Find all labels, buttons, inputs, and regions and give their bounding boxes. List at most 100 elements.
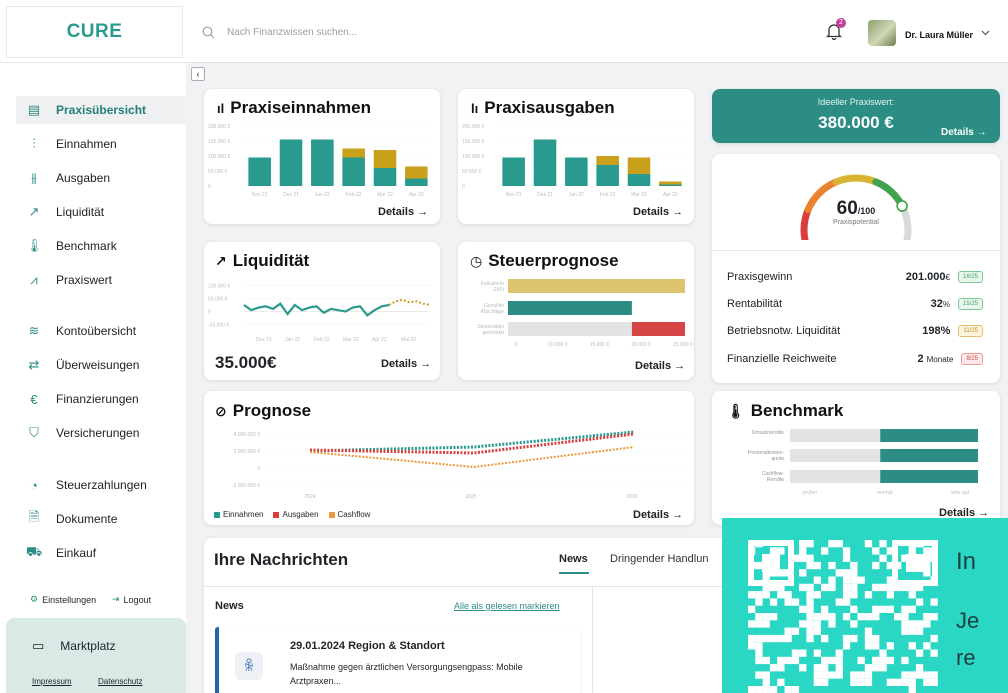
- kpi-value: 32%: [931, 298, 950, 310]
- gauge-yellow: [832, 174, 880, 186]
- impressum-link[interactable]: Impressum: [32, 677, 72, 686]
- news-item-text: Maßnahme gegen ärztlichen Versorgungseng…: [290, 662, 523, 686]
- y-tick-label: Abschläge: [481, 309, 505, 315]
- sidebar-item-label: Benchmark: [56, 239, 117, 253]
- qr-module: [828, 620, 836, 628]
- sidebar-item-ueberweisungen[interactable]: ⇄ Überweisungen: [16, 351, 186, 379]
- sidebar-item-versicherungen[interactable]: ⛉ Versicherungen: [16, 419, 186, 447]
- qr-module: [923, 620, 931, 628]
- qr-module: [806, 634, 814, 643]
- qr-module: [762, 613, 770, 621]
- qr-module: [835, 540, 843, 548]
- forecast-details-link[interactable]: Details →: [633, 509, 683, 521]
- gauge-marker: [896, 200, 908, 212]
- pulse-icon: ⩘: [30, 272, 38, 287]
- search-bar[interactable]: Nach Finanzwissen suchen...: [202, 26, 357, 39]
- income-title: ıl Praxiseinnahmen: [217, 98, 371, 118]
- collapse-sidebar-button[interactable]: ‹: [191, 67, 205, 81]
- qr-module: [850, 569, 858, 577]
- kpi-liquiditaet: Betriebsnotw. Liquidität 198% 11/25: [727, 325, 983, 337]
- qr-module: [886, 678, 894, 686]
- sidebar-item-einnahmen[interactable]: ⫶ Einnahmen: [16, 130, 186, 158]
- kpi-unit: Monate: [926, 355, 954, 364]
- chevron-down-icon[interactable]: [981, 30, 990, 36]
- legend-label: Ausgaben: [282, 510, 319, 519]
- bar: [596, 156, 619, 165]
- income-details-link[interactable]: Details →: [378, 206, 428, 218]
- euro-doc-icon: €: [30, 391, 38, 407]
- search-icon: [202, 26, 215, 39]
- mark-all-read-link[interactable]: Alle als gelesen markieren: [454, 601, 560, 611]
- bar: [659, 181, 682, 185]
- kpi-number: 2: [917, 353, 924, 365]
- x-tick-label: 20.000 €: [632, 342, 652, 348]
- qr-module: [828, 656, 836, 665]
- y-tick-label: 100.000 €: [208, 284, 230, 290]
- qr-module: [886, 605, 894, 613]
- qr-module: [806, 561, 814, 570]
- expenses-details-link[interactable]: Details →: [633, 206, 683, 218]
- qr-module: [791, 686, 800, 693]
- sidebar-item-einkauf[interactable]: ⛟ Einkauf: [16, 539, 186, 567]
- logout-link[interactable]: ⇥ Logout: [112, 594, 151, 605]
- qr-module: [923, 561, 931, 570]
- liquidity-chart: 100.000 € 50.000 € 0 -50.000 € Dez 21 Jan 22 F…: [208, 284, 431, 343]
- qr-module: [908, 605, 916, 613]
- qr-module: [755, 613, 763, 621]
- sidebar-item-praxisuebersicht[interactable]: ▤ Praxisübersicht: [16, 96, 186, 124]
- qr-module: [821, 583, 829, 592]
- datenschutz-link[interactable]: Datenschutz: [98, 677, 142, 686]
- legend-item-einnahmen: Einnahmen: [214, 510, 263, 519]
- tab-urgent[interactable]: Dringender Handlun: [610, 553, 708, 565]
- sidebar-item-benchmark[interactable]: 🌡 Benchmark: [16, 232, 186, 260]
- y-tick-label: 2.000.000 €: [234, 449, 261, 455]
- qr-module: [901, 671, 909, 679]
- y-tick-label: 4.000.000 €: [234, 432, 261, 438]
- user-name[interactable]: Dr. Laura Müller: [905, 30, 973, 40]
- marketplace-link[interactable]: ▭ Marktplatz: [32, 638, 116, 654]
- qr-module: [769, 613, 778, 621]
- qr-module: [748, 591, 756, 599]
- y-tick-label: 50.000 €: [208, 169, 228, 175]
- practice-value-details-link[interactable]: Details →: [941, 127, 987, 138]
- settings-link[interactable]: ⚙ Einstellungen: [30, 594, 96, 605]
- sidebar-item-praxiswert[interactable]: ⩘ Praxiswert: [16, 266, 186, 294]
- income-chart: 200.000 € 150.000 € 100.000 € 50.000 € 0 Nov …: [208, 124, 432, 198]
- kpi-label: Finanzielle Reichweite: [727, 353, 837, 365]
- avatar[interactable]: [868, 20, 896, 46]
- sidebar-item-liquiditaet[interactable]: ↗ Liquidität: [16, 198, 186, 226]
- x-tick-label: Apr 22: [372, 337, 387, 343]
- sidebar-item-steuerzahlungen[interactable]: ◔ Steuerzahlungen: [16, 471, 186, 499]
- sidebar-item-label: Finanzierungen: [56, 392, 139, 406]
- sidebar-item-ausgaben[interactable]: ⫵ Ausgaben: [16, 164, 186, 192]
- bar: [508, 322, 632, 336]
- qr-module: [901, 627, 909, 635]
- qr-module: [923, 613, 931, 621]
- qr-code[interactable]: [748, 540, 938, 693]
- sidebar-item-dokumente[interactable]: 🗎 Dokumente: [16, 505, 186, 533]
- qr-module: [930, 649, 938, 657]
- tab-news[interactable]: News: [559, 553, 588, 565]
- qr-module: [872, 642, 880, 650]
- notification-button[interactable]: 2: [826, 18, 846, 42]
- search-placeholder[interactable]: Nach Finanzwissen suchen...: [227, 27, 357, 38]
- compass-icon: ⊘: [215, 402, 227, 419]
- tax-details-link[interactable]: Details →: [635, 360, 685, 372]
- kpi-unit: %: [942, 300, 950, 309]
- sidebar-item-kontouebersicht[interactable]: ≋ Kontoübersicht: [16, 317, 186, 345]
- kpi-number: 198%: [922, 325, 951, 337]
- qr-module: [821, 613, 829, 621]
- kpi-divider: [712, 250, 1000, 251]
- qr-module: [784, 686, 792, 693]
- legend-label: Cashflow: [337, 510, 371, 519]
- liquidity-details-link[interactable]: Details →: [381, 358, 431, 370]
- logo[interactable]: CURE: [6, 6, 183, 58]
- qr-module: [915, 627, 924, 635]
- qr-module: [930, 613, 938, 621]
- x-tick-label: Feb 22: [314, 337, 330, 343]
- qr-module: [879, 656, 887, 665]
- sidebar-item-finanzierungen[interactable]: € Finanzierungen: [16, 385, 186, 413]
- practice-value-label: Ideeller Praxiswert:: [817, 97, 895, 107]
- qr-module: [908, 686, 916, 693]
- qr-module: [762, 591, 770, 599]
